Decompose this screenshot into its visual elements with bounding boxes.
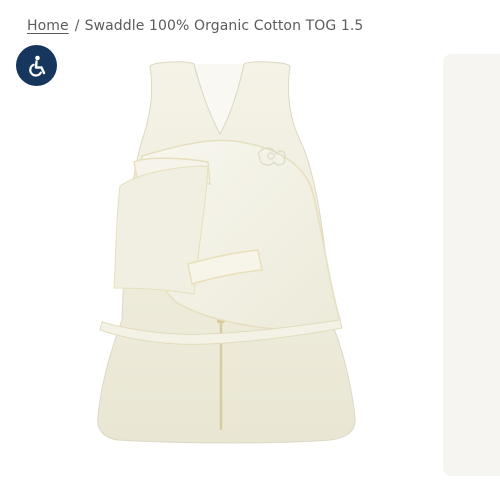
accessibility-icon [28,55,45,77]
breadcrumb: Home / Swaddle 100% Organic Cotton TOG 1.5 [27,18,363,34]
product-thumbnail-panel[interactable] [443,54,500,476]
breadcrumb-separator: / [74,18,80,34]
breadcrumb-home-link[interactable]: Home [27,18,69,34]
breadcrumb-current: Swaddle 100% Organic Cotton TOG 1.5 [84,18,364,34]
product-page: Home / Swaddle 100% Organic Cotton TOG 1.5 [0,0,500,500]
accessibility-button[interactable] [16,45,57,86]
product-image[interactable] [90,58,370,460]
